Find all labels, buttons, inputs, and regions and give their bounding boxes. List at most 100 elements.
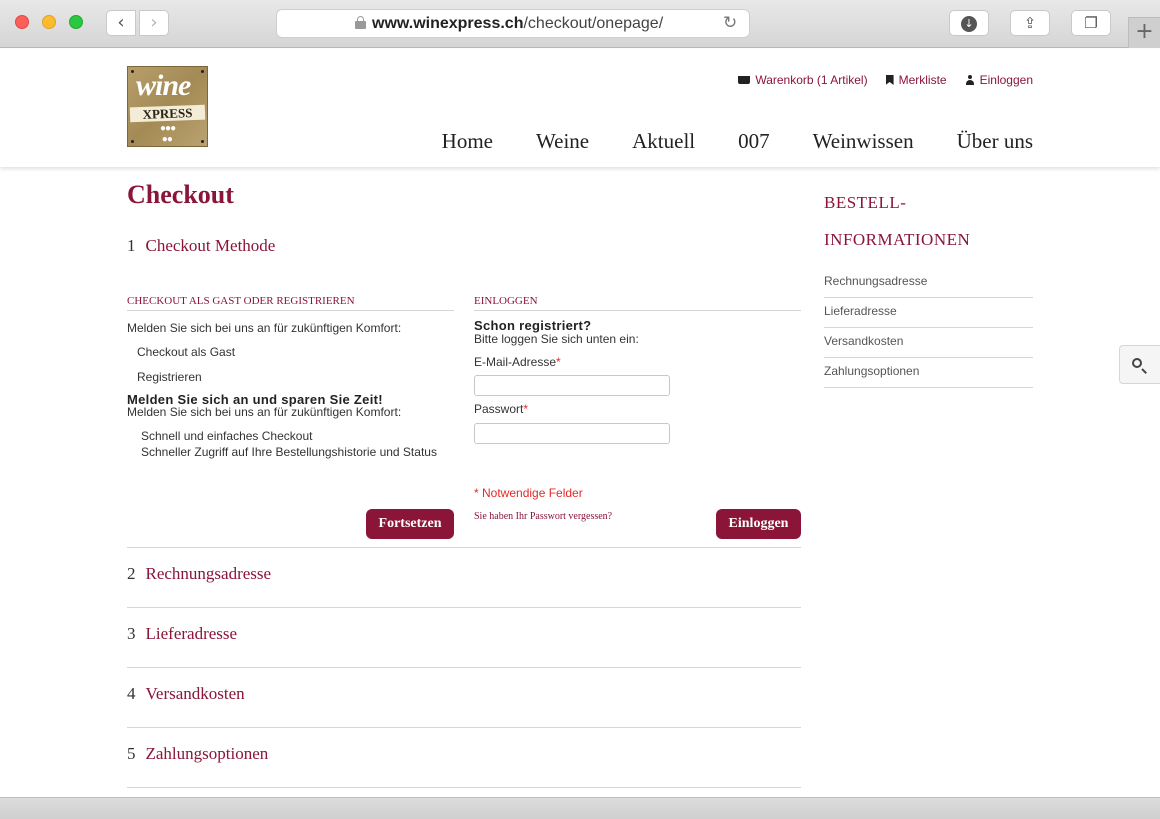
password-label: Passwort*: [474, 402, 528, 416]
nav-item-aktuell[interactable]: Aktuell: [632, 129, 695, 154]
save-time-text: Melden Sie sich bei uns an für zukünftig…: [127, 405, 402, 419]
sidebar-item-billing-address: Rechnungsadresse: [824, 268, 1033, 298]
main-navigation: Home Weine Aktuell 007 Weinwissen Über u…: [442, 129, 1033, 154]
logo-corner-dot: [131, 140, 134, 143]
login-link-label: Einloggen: [979, 73, 1033, 87]
logo-corner-dot: [201, 140, 204, 143]
cart-icon: [738, 76, 751, 84]
plus-icon: +: [1135, 19, 1154, 44]
wishlist-link[interactable]: Merkliste: [885, 73, 947, 87]
downloads-button[interactable]: ↓: [949, 10, 989, 36]
step-number: 1: [127, 236, 136, 255]
minimize-window-button[interactable]: [42, 15, 56, 29]
register-option[interactable]: Registrieren: [137, 370, 202, 384]
cart-link[interactable]: Warenkorb (1 Artikel): [738, 73, 868, 87]
logo-word-wine: wine: [136, 69, 191, 102]
checkout-as-guest-option[interactable]: Checkout als Gast: [137, 345, 235, 359]
login-instructions: Bitte loggen Sie sich unten ein:: [474, 332, 639, 346]
login-button[interactable]: Einloggen: [716, 509, 801, 539]
browser-status-bar: [0, 797, 1160, 819]
wishlist-link-label: Merkliste: [898, 73, 947, 87]
nav-item-weinwissen[interactable]: Weinwissen: [813, 129, 914, 154]
page-title: Checkout: [127, 180, 234, 209]
lock-icon: [355, 16, 366, 29]
email-label-text: E-Mail-Adresse: [474, 355, 557, 369]
step-number: 3: [127, 624, 136, 643]
user-icon: [965, 75, 975, 85]
step-label: Zahlungsoptionen: [145, 744, 269, 763]
logo-corner-dot: [131, 70, 134, 73]
benefit-item: Schnell und einfaches Checkout: [141, 429, 313, 443]
step-label: Checkout Methode: [145, 236, 276, 255]
nav-item-weine[interactable]: Weine: [536, 129, 589, 154]
address-bar[interactable]: www.winexpress.ch/checkout/onepage/ ↻: [276, 9, 750, 38]
share-button[interactable]: ⇪: [1010, 10, 1050, 36]
step-shipping-cost[interactable]: 4 Versandkosten: [127, 667, 801, 727]
close-window-button[interactable]: [15, 15, 29, 29]
share-icon: ⇪: [1023, 14, 1037, 32]
forgot-password-link[interactable]: Sie haben Ihr Passwort vergessen?: [474, 511, 612, 522]
download-icon: ↓: [961, 15, 977, 32]
step-number: 5: [127, 744, 136, 763]
steps-bottom-divider: [127, 787, 801, 788]
password-field[interactable]: [474, 423, 670, 444]
sidebar-title-line: INFORMATIONEN: [824, 230, 971, 249]
guest-register-heading: Checkout als Gast oder registrieren: [127, 295, 454, 311]
bookmark-icon: [885, 75, 894, 85]
show-tabs-button[interactable]: ❐: [1071, 10, 1111, 36]
nav-item-ueber-uns[interactable]: Über uns: [957, 129, 1033, 154]
required-mark: *: [556, 355, 561, 369]
sidebar-title-line: BESTELL-: [824, 193, 907, 212]
login-column: Einloggen Schon registriert? Bitte logge…: [474, 295, 801, 539]
forward-button[interactable]: ›: [139, 10, 169, 36]
login-heading: Einloggen: [474, 295, 801, 311]
step-number: 4: [127, 684, 136, 703]
sidebar-item-payment-options: Zahlungsoptionen: [824, 358, 1033, 388]
site-logo[interactable]: wine XPRESS ●●● ●●: [127, 66, 208, 147]
browser-toolbar: ‹ › www.winexpress.ch/checkout/onepage/ …: [0, 0, 1160, 48]
guest-register-column: Checkout als Gast oder registrieren Meld…: [127, 295, 454, 539]
nav-item-home[interactable]: Home: [442, 129, 493, 154]
url-text: www.winexpress.ch/checkout/onepage/: [372, 15, 663, 33]
email-label: E-Mail-Adresse*: [474, 355, 561, 369]
grapes-icon: ●●● ●●: [160, 123, 176, 145]
email-field[interactable]: [474, 375, 670, 396]
chevron-left-icon: ‹: [117, 12, 125, 33]
step-billing-address[interactable]: 2 Rechnungsadresse: [127, 547, 801, 607]
already-registered-heading: Schon registriert?: [474, 318, 592, 333]
guest-intro-text: Melden Sie sich bei uns an für zukünftig…: [127, 321, 402, 335]
cart-link-label: Warenkorb (1 Artikel): [755, 73, 868, 87]
zoom-window-button[interactable]: [69, 15, 83, 29]
nav-item-007[interactable]: 007: [738, 129, 770, 154]
checkout-content: Checkout 1 Checkout Methode Checkout als …: [127, 180, 801, 788]
order-info-sidebar: BESTELL- INFORMATIONEN Rechnungsadresse …: [824, 184, 1033, 388]
sidebar-item-shipping-cost: Versandkosten: [824, 328, 1033, 358]
step-label: Rechnungsadresse: [145, 564, 272, 583]
sidebar-list: Rechnungsadresse Lieferadresse Versandko…: [824, 268, 1033, 388]
new-tab-button[interactable]: +: [1128, 17, 1160, 48]
step-number: 2: [127, 564, 136, 583]
sidebar-item-shipping-address: Lieferadresse: [824, 298, 1033, 328]
tabs-icon: ❐: [1084, 14, 1098, 32]
benefit-item: Schneller Zugriff auf Ihre Bestellungshi…: [141, 445, 437, 459]
logo-corner-dot: [201, 70, 204, 73]
header-links: Warenkorb (1 Artikel) Merkliste Einlogge…: [738, 73, 1033, 87]
chevron-right-icon: ›: [150, 12, 158, 33]
continue-button[interactable]: Fortsetzen: [366, 509, 454, 539]
search-toggle-button[interactable]: [1119, 345, 1160, 384]
step-payment-options[interactable]: 5 Zahlungsoptionen: [127, 727, 801, 787]
logo-word-xpress: XPRESS: [129, 104, 206, 123]
step-label: Lieferadresse: [145, 624, 238, 643]
url-host: www.winexpress.ch: [372, 15, 524, 32]
step-label: Versandkosten: [145, 684, 245, 703]
reload-icon[interactable]: ↻: [723, 13, 737, 33]
site-header: wine XPRESS ●●● ●● Warenkorb (1 Artikel)…: [0, 49, 1160, 167]
password-label-text: Passwort: [474, 402, 524, 416]
step-checkout-method[interactable]: 1 Checkout Methode: [127, 236, 275, 256]
required-fields-note: * Notwendige Felder: [474, 486, 583, 500]
step-shipping-address[interactable]: 3 Lieferadresse: [127, 607, 801, 667]
sidebar-title: BESTELL- INFORMATIONEN: [824, 184, 1033, 258]
back-button[interactable]: ‹: [106, 10, 136, 36]
login-link[interactable]: Einloggen: [965, 73, 1033, 87]
url-path: /checkout/onepage/: [523, 15, 664, 32]
